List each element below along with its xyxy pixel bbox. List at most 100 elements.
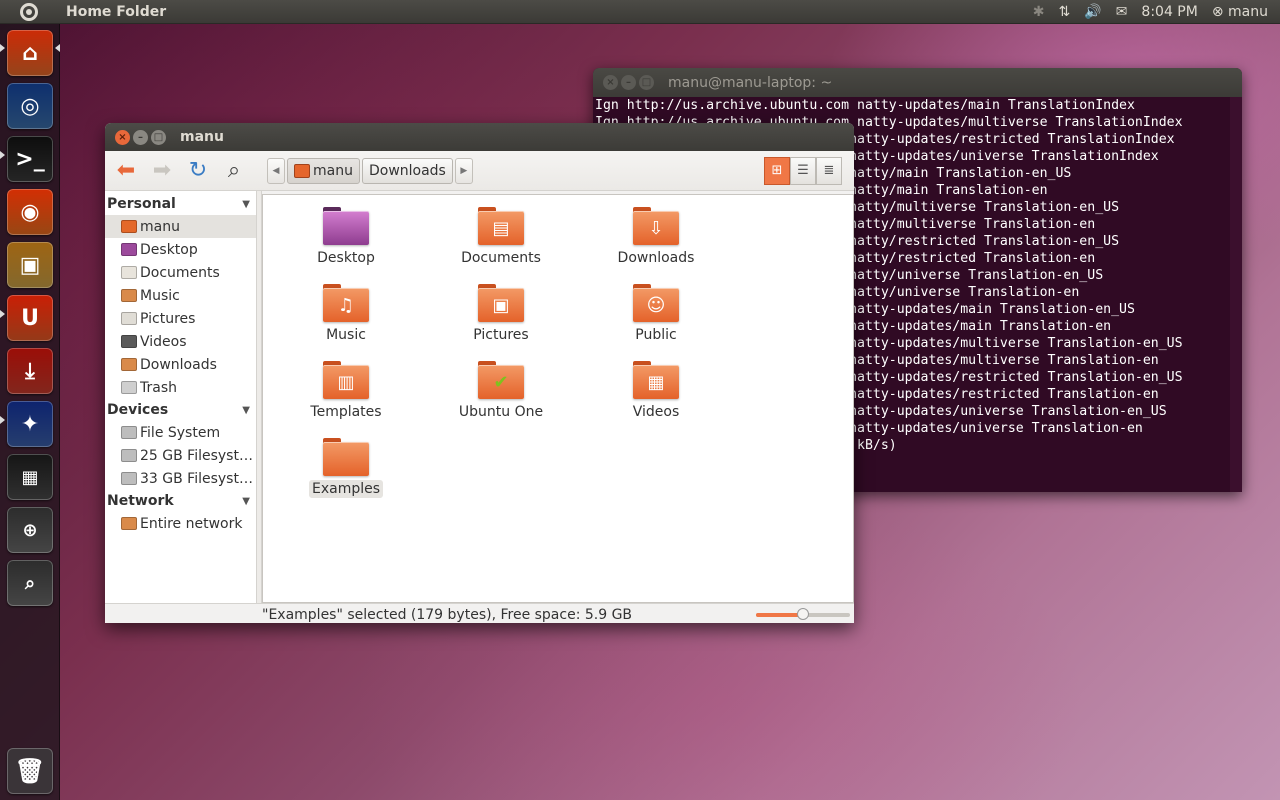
- sidebar-item[interactable]: Downloads: [105, 353, 256, 376]
- focused-indicator: [55, 44, 60, 52]
- sidebar-item[interactable]: Videos: [105, 330, 256, 353]
- folder-label: Pictures: [473, 327, 529, 343]
- app-title: Home Folder: [66, 3, 167, 20]
- reload-icon[interactable]: ↻: [183, 156, 213, 186]
- zoom-knob[interactable]: [797, 607, 809, 620]
- sidebar-item-label: Videos: [140, 333, 187, 350]
- folder-emblem-icon: ♫: [323, 288, 369, 322]
- sidebar-item[interactable]: Music: [105, 284, 256, 307]
- terminal-title: manu@manu-laptop: ~: [668, 74, 833, 91]
- running-indicator: [0, 151, 5, 159]
- close-icon[interactable]: ×: [115, 129, 130, 145]
- launcher-update-manager-icon[interactable]: ⤓: [7, 348, 53, 394]
- top-panel: Home Folder ✱ ⇅ 🔊 ✉ 8:04 PM ⊗ manu: [0, 0, 1280, 24]
- sidebar-item[interactable]: 25 GB Filesyst…: [105, 444, 256, 467]
- volume-icon[interactable]: 🔊: [1084, 4, 1101, 20]
- icon-view-button[interactable]: ⊞: [764, 156, 790, 185]
- launcher-ubuntu-one-icon[interactable]: U: [7, 295, 53, 341]
- folder-item-documents[interactable]: ▤ Documents: [446, 207, 556, 267]
- sidebar-item[interactable]: File System: [105, 421, 256, 444]
- file-view[interactable]: Desktop ▤ Documents ⇩ Downloads ♫ Music ▣ Pictur…: [262, 194, 854, 603]
- ubuntu-logo-button[interactable]: [0, 0, 60, 24]
- terminal-scrollbar[interactable]: [1230, 97, 1242, 492]
- search-icon[interactable]: ⌕: [219, 156, 249, 186]
- folder-item-downloads[interactable]: ⇩ Downloads: [601, 207, 711, 267]
- folder-label: Downloads: [617, 250, 695, 266]
- maximize-icon[interactable]: □: [151, 129, 166, 145]
- collapse-triangle-icon[interactable]: ▼: [242, 199, 250, 210]
- file-manager-window[interactable]: × – □ manu ⬅ ➡ ↻ ⌕ ◀ manu Downloads ▶ ⊞ …: [105, 123, 854, 623]
- minimize-icon[interactable]: –: [133, 129, 148, 145]
- ubuntu-logo-icon: [20, 2, 38, 21]
- folder-item-examples[interactable]: Examples: [291, 438, 401, 498]
- launcher-applications-lens-icon[interactable]: ⊕: [7, 507, 53, 553]
- network-icon[interactable]: ⇅: [1059, 4, 1071, 20]
- compact-view-button[interactable]: ≣: [816, 156, 842, 185]
- bluetooth-icon[interactable]: ✱: [1033, 4, 1045, 20]
- sidebar-item[interactable]: 33 GB Filesyst…: [105, 467, 256, 490]
- toolbar: ⬅ ➡ ↻ ⌕ ◀ manu Downloads ▶ ⊞ ☰ ≣: [105, 151, 854, 191]
- folder-item-desktop[interactable]: Desktop: [291, 207, 401, 267]
- zoom-fill: [756, 612, 803, 617]
- back-arrow-icon[interactable]: ⬅: [111, 156, 141, 186]
- collapse-triangle-icon[interactable]: ▼: [242, 496, 250, 507]
- close-icon[interactable]: ×: [603, 75, 618, 90]
- view-switcher: ⊞ ☰ ≣: [764, 156, 842, 185]
- file-manager-body: Personal ▼ manu Desktop Documents Music Pictur…: [105, 191, 854, 603]
- crumb-label: manu: [313, 162, 353, 179]
- launcher-home-folder-icon[interactable]: ⌂: [7, 30, 53, 76]
- pathbar-crumb-downloads[interactable]: Downloads: [361, 157, 453, 184]
- sidebar-section-network[interactable]: Network ▼: [105, 490, 256, 512]
- sidebar-item[interactable]: Desktop: [105, 238, 256, 261]
- folder-item-pictures[interactable]: ▣ Pictures: [446, 284, 556, 344]
- mail-icon[interactable]: ✉: [1116, 4, 1128, 20]
- forward-arrow-icon[interactable]: ➡: [147, 156, 177, 186]
- zoom-slider[interactable]: [756, 607, 850, 620]
- terminal-titlebar[interactable]: × – □ manu@manu-laptop: ~: [593, 68, 1242, 97]
- folder-item-public[interactable]: ☺ Public: [601, 284, 711, 344]
- sidebar-section-devices[interactable]: Devices ▼: [105, 399, 256, 421]
- folder-item-templates[interactable]: ▥ Templates: [291, 361, 401, 421]
- sidebar-item[interactable]: manu: [105, 215, 256, 238]
- folder-icon: ▣: [478, 284, 524, 322]
- pathbar-right-arrow[interactable]: ▶: [454, 157, 473, 184]
- folder-label: Videos: [632, 404, 680, 420]
- sidebar-item-label: Music: [140, 287, 180, 304]
- file-manager-titlebar[interactable]: × – □ manu: [105, 123, 854, 151]
- sidebar-item[interactable]: Pictures: [105, 307, 256, 330]
- sidebar-item[interactable]: Trash: [105, 376, 256, 399]
- folder-label: Documents: [461, 250, 541, 266]
- folder-emblem-icon: ✔: [478, 365, 524, 399]
- launcher-files-lens-icon[interactable]: ⌕: [7, 560, 53, 606]
- place-icon: [121, 472, 137, 485]
- minimize-icon[interactable]: –: [621, 75, 636, 90]
- collapse-triangle-icon[interactable]: ▼: [242, 405, 250, 416]
- sidebar-item-label: Downloads: [140, 356, 217, 373]
- user-menu[interactable]: ⊗ manu: [1212, 4, 1268, 20]
- folder-item-ubuntu-one[interactable]: ✔ Ubuntu One: [446, 361, 556, 421]
- sidebar-section-personal[interactable]: Personal ▼: [105, 193, 256, 215]
- folder-icon: [323, 207, 369, 245]
- launcher-chromium-icon[interactable]: ◎: [7, 83, 53, 129]
- pathbar-left-arrow[interactable]: ◀: [267, 157, 285, 184]
- trash-icon[interactable]: 🗑: [7, 748, 53, 794]
- launcher-movie-player-icon[interactable]: ✦: [7, 401, 53, 447]
- running-indicator: [0, 416, 5, 424]
- folder-item-music[interactable]: ♫ Music: [291, 284, 401, 344]
- pathbar-crumb-manu[interactable]: manu: [287, 157, 360, 184]
- launcher-software-center-icon[interactable]: ▣: [7, 242, 53, 288]
- clock[interactable]: 8:04 PM: [1141, 4, 1197, 20]
- place-icon: [121, 449, 137, 462]
- sidebar-item[interactable]: Entire network: [105, 512, 256, 535]
- sidebar-item[interactable]: Documents: [105, 261, 256, 284]
- place-icon: [121, 517, 137, 530]
- maximize-icon[interactable]: □: [639, 75, 654, 90]
- folder-item-videos[interactable]: ▦ Videos: [601, 361, 711, 421]
- place-icon: [121, 266, 137, 279]
- launcher-firefox-icon[interactable]: ◉: [7, 189, 53, 235]
- folder-label: Music: [326, 327, 366, 343]
- list-view-button[interactable]: ☰: [790, 156, 816, 185]
- window-title: manu: [180, 129, 224, 145]
- launcher-terminal-icon[interactable]: >_: [7, 136, 53, 182]
- launcher-workspaces-icon[interactable]: ▦: [7, 454, 53, 500]
